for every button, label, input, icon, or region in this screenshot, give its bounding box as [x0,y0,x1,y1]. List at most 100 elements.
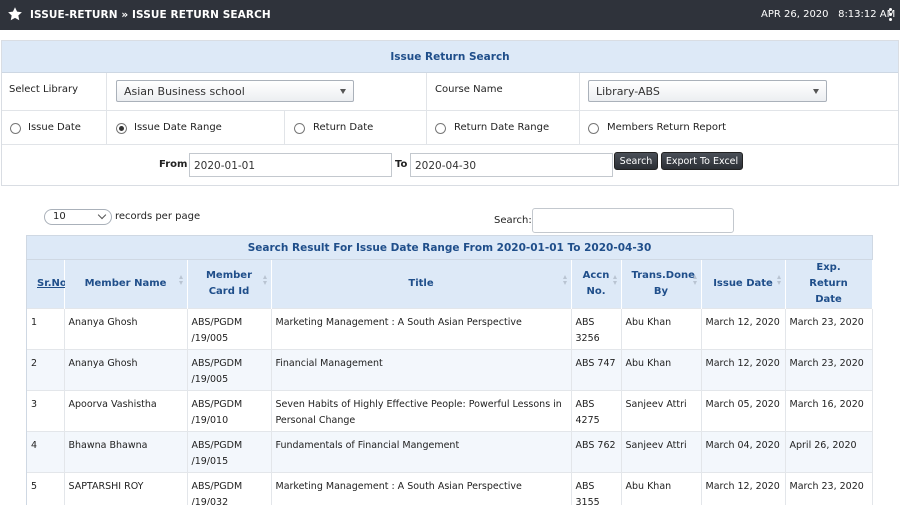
cell-issue-date: March 05, 2020 [701,390,786,432]
table-row: 1 Ananya Ghosh ABS/PGDM /19/005 Marketin… [27,308,873,350]
cell-accn-no: ABS 3256 [571,308,622,350]
to-label: To [395,159,408,170]
col-header-exp-return-date[interactable]: Exp. Return Date [785,260,873,309]
export-excel-button[interactable]: Export To Excel [661,152,743,170]
table-row: 2 Ananya Ghosh ABS/PGDM /19/005 Financia… [27,349,873,391]
cell-title: Marketing Management : A South Asian Per… [271,472,572,505]
datetime: APR 26, 2020 8:13:12 AM [761,9,895,20]
cell-trans-done-by: Abu Khan [621,472,702,505]
form-title: Issue Return Search [2,41,898,73]
radio-issue-date[interactable] [10,123,21,134]
cell-sr-no: 5 [27,472,65,505]
caret-down-icon [340,89,346,94]
radio-return-date-range[interactable] [435,123,446,134]
radio-issue-date-range[interactable] [116,123,127,134]
caret-down-icon [813,89,819,94]
cell-member-name: Apoorva Vashistha [64,390,188,432]
table-search-input[interactable] [532,208,734,233]
cell-exp-return-date: March 23, 2020 [785,308,873,350]
table-row: 3 Apoorva Vashistha ABS/PGDM /19/010 Sev… [27,390,873,432]
sort-icon [178,275,184,285]
cell-member-name: Bhawna Bhawna [64,431,188,473]
records-per-page-value: 10 [53,211,66,222]
cell-trans-done-by: Sanjeev Attri [621,390,702,432]
col-header-accn-no[interactable]: Accn No. [571,260,622,309]
radio-return-date[interactable] [294,123,305,134]
radio-return-date-range-label[interactable]: Return Date Range [454,122,549,133]
search-form-panel: Issue Return Search Select Library Asian… [1,40,899,186]
results-table: Sr.No Member Name Member Card Id Title A… [27,260,873,505]
records-per-page-label: records per page [115,211,201,222]
cell-title: Marketing Management : A South Asian Per… [271,308,572,350]
records-per-page-select[interactable]: 10 [44,209,112,225]
cell-accn-no: ABS 747 [571,349,622,391]
cell-exp-return-date: March 23, 2020 [785,349,873,391]
sort-icon [776,275,782,285]
cell-trans-done-by: Abu Khan [621,349,702,391]
library-select-value: Asian Business school [124,85,245,98]
cell-title: Fundamentals of Financial Mangement [271,431,572,473]
col-header-title[interactable]: Title [271,260,572,309]
cell-trans-done-by: Sanjeev Attri [621,431,702,473]
cell-member-name: Ananya Ghosh [64,308,188,350]
cell-accn-no: ABS 4275 [571,390,622,432]
more-menu-icon[interactable] [887,8,893,22]
cell-member-name: Ananya Ghosh [64,349,188,391]
col-header-member-card-id[interactable]: Member Card Id [187,260,272,309]
results-title: Search Result For Issue Date Range From … [27,236,872,260]
radio-return-date-label[interactable]: Return Date [313,122,373,133]
cell-issue-date: March 04, 2020 [701,431,786,473]
col-header-sr-no[interactable]: Sr.No [27,260,67,309]
cell-member-card-id: ABS/PGDM /19/005 [187,349,272,391]
chevron-down-icon [97,210,107,220]
cell-member-card-id: ABS/PGDM /19/010 [187,390,272,432]
to-date-input[interactable]: 2020-04-30 [410,153,613,177]
cell-member-card-id: ABS/PGDM /19/005 [187,308,272,350]
date-text: APR 26, 2020 [761,9,829,20]
cell-sr-no: 1 [27,308,65,350]
cell-exp-return-date: March 23, 2020 [785,472,873,505]
sort-icon [562,275,568,285]
radio-issue-date-range-label[interactable]: Issue Date Range [134,122,222,133]
date-mode-row: Issue Date Issue Date Range Return Date … [2,111,898,145]
cell-exp-return-date: April 26, 2020 [785,431,873,473]
cell-accn-no: ABS 762 [571,431,622,473]
col-header-trans-done-by[interactable]: Trans.Done By [621,260,702,309]
cell-issue-date: March 12, 2020 [701,472,786,505]
radio-members-return-report-label[interactable]: Members Return Report [607,122,726,133]
radio-members-return-report[interactable] [588,123,599,134]
course-select-value: Library-ABS [596,85,660,98]
cell-member-card-id: ABS/PGDM /19/015 [187,431,272,473]
table-header-row: Sr.No Member Name Member Card Id Title A… [27,260,873,309]
top-bar: ISSUE-RETURN » ISSUE RETURN SEARCH APR 2… [0,0,900,30]
cell-trans-done-by: Abu Khan [621,308,702,350]
cell-sr-no: 3 [27,390,65,432]
star-icon[interactable] [7,6,23,22]
library-row: Select Library Asian Business school Cou… [2,73,898,111]
library-label: Select Library [9,84,78,95]
cell-sr-no: 2 [27,349,65,391]
sort-icon [612,275,618,285]
col-header-member-name[interactable]: Member Name [64,260,188,309]
sort-icon [692,275,698,285]
cell-title: Seven Habits of Highly Effective People:… [271,390,572,432]
radio-issue-date-label[interactable]: Issue Date [28,122,81,133]
library-select[interactable]: Asian Business school [116,80,354,102]
results-grid: Search Result For Issue Date Range From … [26,235,873,505]
table-search-label: Search: [494,215,532,226]
sort-icon [262,275,268,285]
course-label: Course Name [435,84,503,95]
from-date-input[interactable]: 2020-01-01 [189,153,392,177]
from-label: From [159,159,188,170]
cell-exp-return-date: March 16, 2020 [785,390,873,432]
cell-issue-date: March 12, 2020 [701,308,786,350]
cell-issue-date: March 12, 2020 [701,349,786,391]
cell-member-card-id: ABS/PGDM /19/032 [187,472,272,505]
col-header-issue-date[interactable]: Issue Date [701,260,786,309]
search-button[interactable]: Search [614,152,658,170]
cell-sr-no: 4 [27,431,65,473]
breadcrumb: ISSUE-RETURN » ISSUE RETURN SEARCH [30,9,271,21]
cell-accn-no: ABS 3155 [571,472,622,505]
course-select[interactable]: Library-ABS [588,80,827,102]
cell-title: Financial Management [271,349,572,391]
